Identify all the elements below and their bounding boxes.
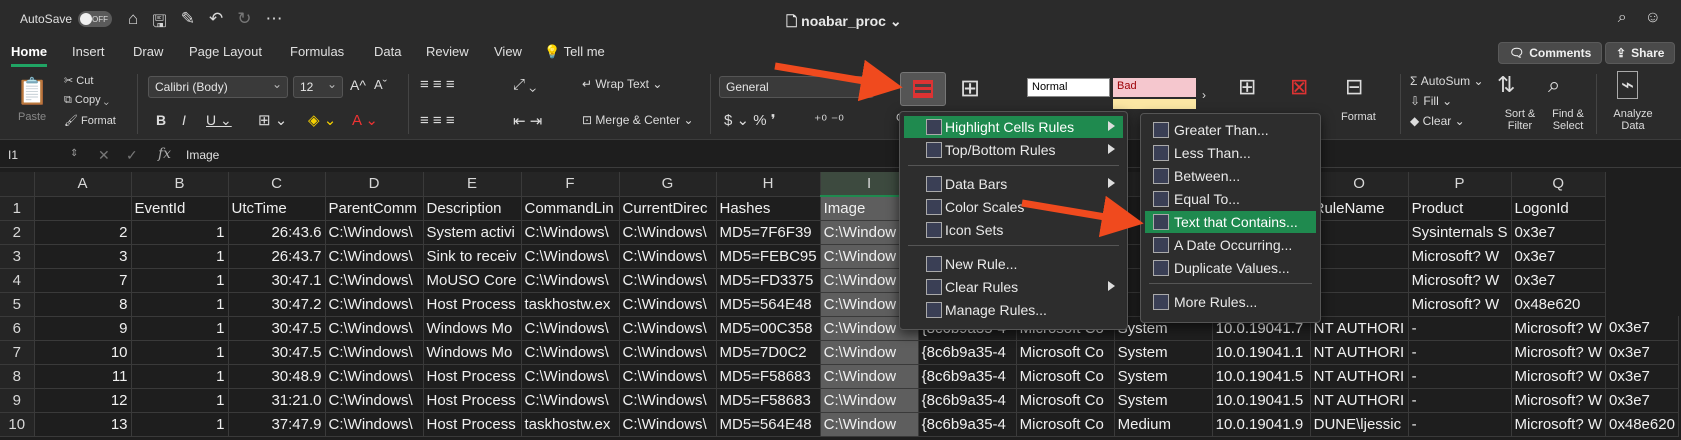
annotation-arrow-cf [774, 59, 903, 102]
annotation-arrow-text-contains [1021, 195, 1144, 238]
annotation-arrows [774, 59, 1144, 238]
